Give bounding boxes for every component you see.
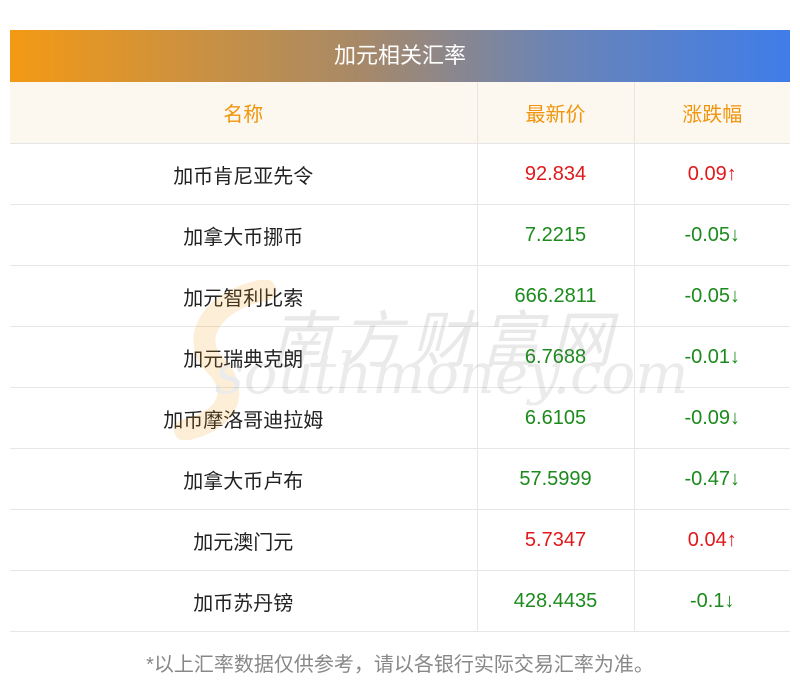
rate-table: 名称 最新价 涨跌幅 加币肯尼亚先令 92.834 0.09↑ 加拿大币挪币 7… [10, 82, 790, 632]
table-row[interactable]: 加拿大币挪币 7.2215 -0.05↓ [10, 204, 790, 266]
column-header-name: 名称 [10, 82, 477, 144]
row-price: 428.4435 [476, 570, 634, 632]
table-row[interactable]: 加币摩洛哥迪拉姆 6.6105 -0.09↓ [10, 387, 790, 449]
table-row[interactable]: 加币苏丹镑 428.4435 -0.1↓ [10, 570, 790, 632]
table-row[interactable]: 加币肯尼亚先令 92.834 0.09↑ [10, 143, 790, 205]
row-change: -0.1↓ [633, 570, 790, 632]
row-name[interactable]: 加元智利比索 [10, 265, 477, 327]
row-name[interactable]: 加拿大币挪币 [10, 204, 477, 266]
row-change: -0.01↓ [633, 326, 790, 388]
row-change: -0.09↓ [633, 387, 790, 449]
row-price: 6.6105 [476, 387, 634, 449]
table-row[interactable]: 加拿大币卢布 57.5999 -0.47↓ [10, 448, 790, 510]
row-name[interactable]: 加币肯尼亚先令 [10, 143, 477, 205]
row-change: -0.05↓ [633, 204, 790, 266]
table-row[interactable]: 加元澳门元 5.7347 0.04↑ [10, 509, 790, 571]
row-price: 57.5999 [476, 448, 634, 510]
row-change: 0.09↑ [633, 143, 790, 205]
row-price: 7.2215 [476, 204, 634, 266]
table-header-row: 名称 最新价 涨跌幅 [10, 82, 790, 144]
row-change: -0.05↓ [633, 265, 790, 327]
exchange-rate-panel: 加元相关汇率 名称 最新价 涨跌幅 加币肯尼亚先令 92.834 0.09↑ 加… [10, 30, 790, 632]
column-header-change: 涨跌幅 [633, 82, 790, 144]
panel-title: 加元相关汇率 [10, 30, 790, 82]
row-name[interactable]: 加元瑞典克朗 [10, 326, 477, 388]
table-row[interactable]: 加元智利比索 666.2811 -0.05↓ [10, 265, 790, 327]
row-price: 666.2811 [476, 265, 634, 327]
row-name[interactable]: 加币苏丹镑 [10, 570, 477, 632]
table-row[interactable]: 加元瑞典克朗 6.7688 -0.01↓ [10, 326, 790, 388]
row-name[interactable]: 加币摩洛哥迪拉姆 [10, 387, 477, 449]
column-header-price: 最新价 [476, 82, 634, 144]
row-price: 92.834 [476, 143, 634, 205]
row-change: -0.47↓ [633, 448, 790, 510]
row-price: 5.7347 [476, 509, 634, 571]
row-name[interactable]: 加元澳门元 [10, 509, 477, 571]
row-price: 6.7688 [476, 326, 634, 388]
row-name[interactable]: 加拿大币卢布 [10, 448, 477, 510]
row-change: 0.04↑ [633, 509, 790, 571]
disclaimer-footnote: *以上汇率数据仅供参考，请以各银行实际交易汇率为准。 [146, 654, 654, 676]
